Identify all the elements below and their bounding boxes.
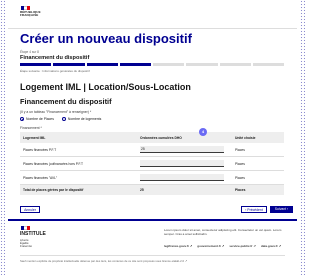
places-avl-input[interactable] — [140, 174, 224, 181]
next-button[interactable]: Suivant › — [270, 206, 293, 213]
unit-radio-group: Nombre de Places Nombre de logements — [20, 117, 101, 121]
table-row: Places financées P.F.T 25 Places — [20, 143, 284, 157]
page: RÉPUBLIQUE FRANÇAISE Créer un nouveau di… — [8, 0, 297, 275]
total-unit: Places — [235, 188, 246, 192]
row-unit: Places — [235, 175, 245, 180]
table-total-row: Total de places gérées par le dispositif… — [20, 185, 284, 195]
footer-link-legifrance[interactable]: legifrance.gouv.fr ↗ — [164, 244, 192, 248]
footer-org-name: INSTITULE — [20, 231, 46, 237]
header-unite: Unité choisie — [235, 135, 256, 140]
stepper-progress — [20, 63, 284, 66]
site-header: RÉPUBLIQUE FRANÇAISE — [8, 0, 297, 29]
stepper-segment — [86, 63, 118, 66]
financement-table: Logement IML Ordonnées cumulées DHO Unit… — [20, 128, 284, 195]
stepper-segment — [252, 63, 284, 66]
radio-places-label: Nombre de Places — [26, 117, 54, 121]
stepper-segment — [119, 63, 151, 66]
unit-question: (Il y a un tableau "Financement" à rense… — [20, 110, 92, 114]
previous-button[interactable]: ‹ Précédent — [241, 206, 267, 213]
page-title: Créer un nouveau dispositif — [20, 31, 192, 46]
header-logement: Logement IML — [23, 135, 46, 140]
places-pft-input[interactable]: 25 — [140, 146, 224, 153]
left-dotted-border — [0, 0, 5, 275]
stepper-segment — [219, 63, 251, 66]
footer-motto: Liberté Égalité Fraternité — [20, 239, 40, 248]
row-label: Places financées P.F.T — [23, 147, 57, 152]
row-label: Places financées "AVL" — [23, 175, 58, 180]
financement-subtitle: Financement du dispositif — [20, 97, 112, 106]
radio-logements[interactable]: Nombre de logements — [61, 117, 102, 121]
footer-separator — [20, 255, 285, 256]
stepper-segment — [186, 63, 218, 66]
total-value: 25 — [140, 188, 144, 192]
footer-link-service-public[interactable]: service-public.fr ↗ — [229, 244, 256, 248]
financement-label: Financement * — [20, 126, 42, 130]
footer-top-border — [8, 219, 297, 221]
stepper-segment — [20, 63, 52, 66]
radio-unchecked-icon[interactable] — [61, 117, 66, 121]
radio-checked-icon[interactable] — [20, 117, 24, 121]
places-cofinancees-input[interactable] — [140, 160, 224, 167]
footer-links: legifrance.gouv.fr ↗ gouvernement.fr ↗ s… — [164, 244, 281, 248]
notification-badge: 4 — [199, 128, 207, 136]
radio-places[interactable]: Nombre de Places — [20, 117, 54, 121]
cancel-button[interactable]: Annuler — [20, 206, 40, 213]
right-dotted-border — [300, 0, 305, 275]
stepper-segment — [53, 63, 85, 66]
row-unit: Places — [235, 161, 245, 166]
next-step-label: Étape suivante : Informations générales … — [20, 69, 90, 73]
section-title: Logement IML | Location/Sous-Location — [20, 82, 191, 92]
step-name: Financement du dispositif — [20, 55, 90, 61]
header-ordonnees: Ordonnées cumulées DHO — [140, 135, 182, 140]
row-unit: Places — [235, 147, 245, 152]
footer-description: Lorem ipsum dolor sit amet, consectetur … — [164, 228, 282, 236]
table-header: Logement IML Ordonnées cumulées DHO Unit… — [20, 128, 284, 143]
stepper-segment — [153, 63, 185, 66]
footer-link-gouvernement[interactable]: gouvernement.fr ↗ — [197, 244, 224, 248]
republique-francaise-text: RÉPUBLIQUE FRANÇAISE — [20, 10, 44, 18]
rf-line-2: FRANÇAISE — [20, 13, 39, 18]
total-label: Total de places gérées par le dispositif — [23, 188, 84, 192]
table-row: Places financées "AVL" Places — [20, 171, 284, 185]
row-label: Places financées (cofinancées hors P.F.T — [23, 161, 84, 166]
footer-link-data-gouv[interactable]: data.gouv.fr ↗ — [261, 244, 281, 248]
radio-logements-label: Nombre de logements — [67, 117, 102, 121]
table-row: Places financées (cofinancées hors P.F.T… — [20, 157, 284, 171]
footer-license-text: Sauf mention explicite de propriété inte… — [20, 259, 188, 263]
step-counter: Étape 4 sur 8 — [20, 50, 39, 54]
footer-flag-logo — [21, 226, 30, 230]
motto-line: Fraternité — [20, 244, 32, 248]
